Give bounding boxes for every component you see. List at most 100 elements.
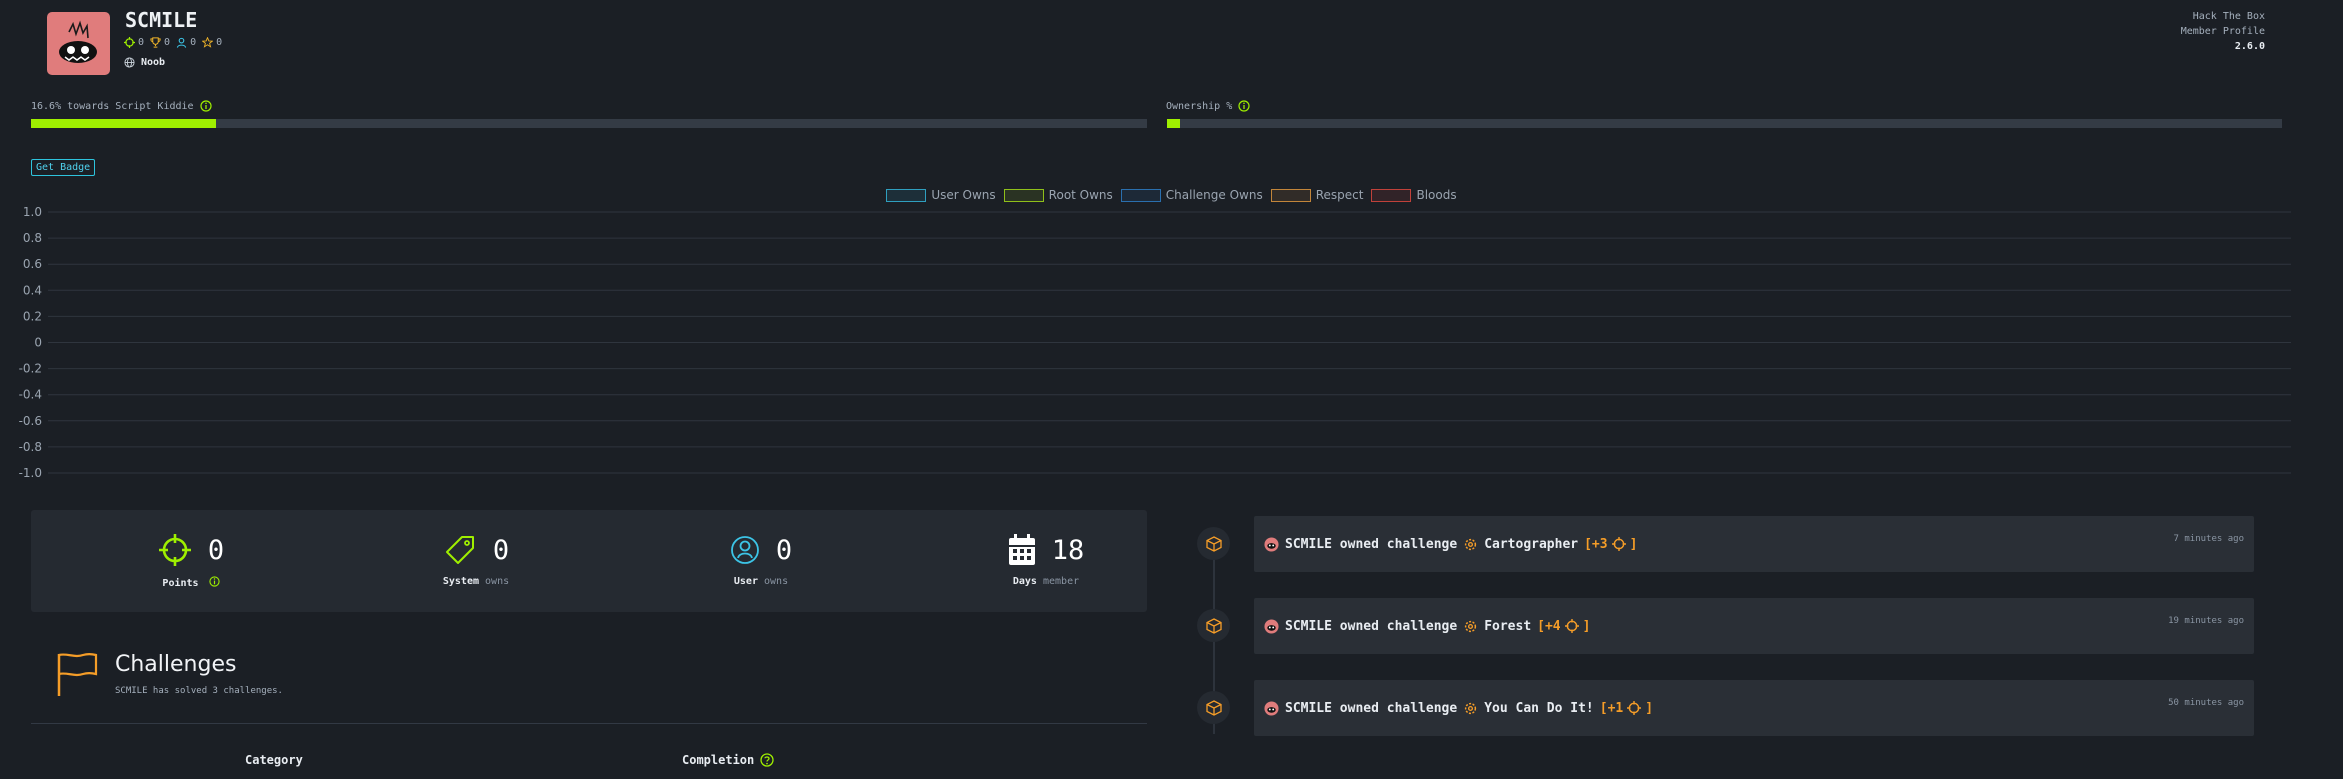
system-owns-sub: owns — [485, 576, 510, 587]
points-close: ] — [1645, 700, 1654, 716]
points-card: 0 Points — [66, 530, 316, 589]
system-owns-label-text: System — [442, 576, 479, 587]
activity-item[interactable]: SCMILE owned challenge You Can Do It! [+1]… — [1254, 680, 2254, 736]
rank-progress-fill — [31, 119, 217, 128]
system-owns-value: 0 — [492, 534, 510, 566]
challenge-name[interactable]: Cartographer — [1484, 537, 1578, 552]
y-tick-label: 0.6 — [23, 257, 42, 271]
activity-action: SCMILE owned challenge — [1285, 618, 1458, 634]
avatar[interactable] — [47, 12, 110, 75]
activity-points: [+3] — [1584, 537, 1637, 552]
flag-icon — [57, 652, 98, 696]
trophy-icon — [150, 37, 161, 48]
rank-label: Noob — [141, 57, 166, 68]
user-owns-label: User owns — [636, 576, 886, 587]
users-count: 0 — [190, 37, 197, 48]
points-close: ] — [1582, 618, 1591, 634]
points-label-text: Points — [162, 578, 199, 589]
legend-label: Respect — [1315, 188, 1364, 202]
user-avatar-icon — [1264, 536, 1279, 552]
legend-item[interactable]: Root Owns — [1003, 188, 1113, 202]
activity-item[interactable]: SCMILE owned challenge Cartographer [+3] 7 … — [1254, 516, 2254, 572]
star-icon — [202, 37, 214, 48]
points-close: ] — [1629, 536, 1638, 552]
legend-label: Root Owns — [1048, 188, 1113, 202]
calendar-icon — [1008, 534, 1035, 565]
ownership-label: Ownership % — [1166, 100, 1250, 112]
points-open: [+1 — [1599, 700, 1624, 716]
activity-time: 19 minutes ago — [2168, 616, 2244, 626]
legend-swatch — [1270, 188, 1311, 202]
days-member-label: Days member — [921, 576, 1171, 587]
y-tick-label: 0.4 — [23, 283, 42, 297]
activity-item[interactable]: SCMILE owned challenge Forest [+4] 19 minut… — [1254, 598, 2254, 654]
user-avatar-icon — [1264, 618, 1279, 634]
legend-label: Bloods — [1416, 188, 1457, 202]
activity-time: 50 minutes ago — [2168, 698, 2244, 708]
category-column-header[interactable]: Category — [245, 753, 303, 767]
legend-item[interactable]: Challenge Owns — [1120, 188, 1263, 202]
activity-text: SCMILE owned challenge Forest [+4] — [1264, 598, 1590, 654]
legend-item[interactable]: Bloods — [1371, 188, 1457, 202]
completion-column-label: Completion — [682, 753, 755, 767]
challenge-name[interactable]: Forest — [1484, 619, 1531, 634]
get-badge-button[interactable]: Get Badge — [31, 159, 96, 176]
legend-swatch — [1371, 188, 1412, 202]
avatar-face-icon — [59, 20, 97, 63]
completion-column-header[interactable]: Completion — [682, 753, 774, 767]
rank-progress-text: 16.6% towards Script Kiddie — [31, 100, 194, 112]
activity-text: SCMILE owned challenge You Can Do It! [+1] — [1264, 680, 1653, 736]
section-divider — [31, 723, 1147, 724]
page-title: Member Profile — [2180, 26, 2265, 37]
rank-progress-label: 16.6% towards Script Kiddie — [31, 100, 212, 112]
y-tick-label: -0.4 — [19, 388, 42, 402]
info-icon[interactable] — [208, 576, 220, 587]
respect-count: 0 — [216, 37, 223, 48]
user-owns-value: 0 — [775, 534, 793, 566]
crosshair-icon — [1627, 701, 1642, 715]
respect-stat: 0 — [202, 37, 222, 48]
profile-meta: Hack The Box Member Profile 2.6.0 — [2181, 9, 2265, 54]
info-icon[interactable] — [199, 100, 212, 112]
challenges-subtitle: SCMILE has solved 3 challenges. — [115, 686, 283, 696]
users-stat: 0 — [176, 37, 196, 48]
help-icon[interactable] — [760, 753, 774, 767]
activity-action: SCMILE owned challenge — [1285, 700, 1458, 716]
info-icon[interactable] — [1238, 100, 1250, 112]
points-label: Points — [66, 576, 316, 589]
user-owns-card: 0 User owns — [636, 530, 886, 587]
days-member-value: 18 — [1051, 534, 1085, 566]
user-owns-label-text: User — [733, 576, 758, 587]
challenge-name[interactable]: You Can Do It! — [1484, 701, 1594, 716]
activity-points: [+1] — [1600, 701, 1653, 716]
y-tick-label: 0.8 — [23, 231, 42, 245]
y-tick-label: 0 — [34, 336, 42, 350]
user-avatar-icon — [1264, 700, 1279, 716]
y-tick-label: 0.2 — [23, 309, 42, 323]
timeline-box-icon — [1197, 609, 1230, 642]
crosshair-icon — [1611, 537, 1626, 551]
challenges-title: Challenges — [115, 652, 237, 677]
tag-icon — [445, 536, 474, 564]
legend-item[interactable]: User Owns — [886, 188, 996, 202]
timeline-box-icon — [1197, 691, 1230, 724]
y-tick-label: -0.2 — [19, 362, 42, 376]
legend-label: Challenge Owns — [1165, 188, 1263, 202]
site-name: Hack The Box — [2192, 11, 2265, 22]
legend-item[interactable]: Respect — [1270, 188, 1364, 202]
user-owns-sub: owns — [764, 576, 789, 587]
activity-chart: 1.0 0.8 0.6 0.4 0.2 0 -0.2 -0.4 -0.6 -0.8 -1.0 — [19, 205, 2291, 479]
points-open: [+3 — [1584, 536, 1608, 552]
activity-points: [+4] — [1537, 619, 1590, 634]
legend-swatch — [1120, 188, 1161, 202]
ownership-text: Ownership % — [1166, 100, 1233, 112]
y-tick-label: -0.6 — [19, 414, 42, 428]
gear-icon — [1465, 538, 1477, 550]
crosshair-icon — [158, 534, 191, 566]
globe-icon — [124, 57, 135, 68]
activity-action: SCMILE owned challenge — [1285, 536, 1458, 552]
points-stat: 0 — [124, 37, 144, 48]
chart-legend: User Owns Root Owns Challenge Owns Respect B… — [0, 188, 2343, 202]
trophies-count: 0 — [164, 37, 171, 48]
version: 2.6.0 — [2234, 41, 2265, 52]
